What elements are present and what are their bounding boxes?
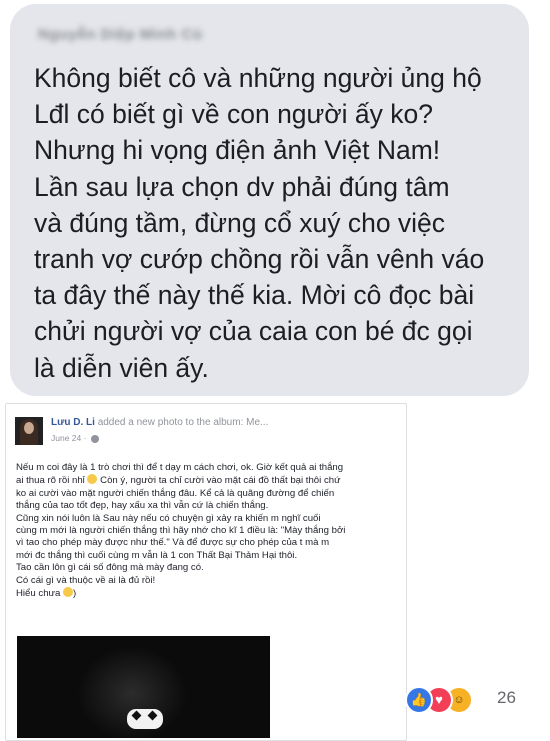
post-line-text: Còn ý, người ta chỉ cười vào mặt cái đồ … xyxy=(100,475,341,487)
post-line: ai thua rõ rồi nhỉ Còn ý, người ta chỉ c… xyxy=(16,474,401,487)
post-line: Có cái gì và thuộc về ai là đủ rồi! xyxy=(16,574,156,586)
post-action-text: added a new photo to the album: Me... xyxy=(97,417,269,428)
post-author[interactable]: Lưu D. Li xyxy=(51,417,95,428)
comment-line: ta đây thế này thế kia. Mời cô đọc bài xyxy=(34,280,475,311)
comment-line: là diễn viên ấy. xyxy=(34,352,209,383)
comment-line: tranh vợ cướp chồng rồi vẫn vênh váo xyxy=(34,244,485,275)
post-line: thắng của tao tốt đẹp, hay xấu xa thì vẫ… xyxy=(16,500,269,512)
comment-line: Lđl có biết gì về con người ấy ko? xyxy=(34,99,433,130)
avatar-face xyxy=(24,422,34,434)
post-line: Cũng xin nói luôn là Sau này nếu có chuy… xyxy=(16,512,321,524)
post-body: Nếu m coi đây là 1 trò chơi thì để t dạy… xyxy=(16,462,401,600)
post-line-text: ai thua rõ rồi nhỉ xyxy=(16,475,85,487)
comment-line: Lần sau lựa chọn dv phải đúng tâm xyxy=(34,171,450,202)
comment-line: Nhưng hi vọng điện ảnh Việt Nam! xyxy=(34,135,441,166)
post-meta: June 24 · xyxy=(51,433,99,443)
comment-bubble: Nguyễn Diệp Minh Cù Không biết cô và nhữ… xyxy=(10,4,529,396)
post-line: ko ai cười vào mặt người chiến thắng đâu… xyxy=(16,487,335,499)
comment-line: và đúng tầm, đừng cổ xuý cho việc xyxy=(34,207,446,238)
post-line: Nếu m coi đây là 1 trò chơi thì để t dạy… xyxy=(16,462,344,473)
post-header: Lưu D. Li added a new photo to the album… xyxy=(51,417,268,428)
reaction-count[interactable]: 26 xyxy=(497,688,516,708)
comment-author-name[interactable]: Nguyễn Diệp Minh Cù xyxy=(38,26,203,43)
post-line: vì tao cho phép mày được như thế." Và để… xyxy=(16,537,330,549)
comment-text: Không biết cô và những người ủng hộ Lđl … xyxy=(34,60,524,386)
post-line: Tao cần lôn gì cái số đông mà mày đang c… xyxy=(16,562,204,574)
post-line: cùng m mới là người chiến thắng thì hãy … xyxy=(16,525,346,537)
shared-post-screenshot[interactable]: Lưu D. Li added a new photo to the album… xyxy=(5,403,407,741)
comment-line: Không biết cô và những người ủng hộ xyxy=(34,63,482,93)
photo-subject-mark xyxy=(127,709,163,729)
post-line: mới đc thắng thì cuối cùng m vẫn là 1 co… xyxy=(16,549,298,561)
smile-emoji-icon xyxy=(87,474,98,485)
post-line-tail: ) xyxy=(72,588,77,600)
comment-line: chửi người vợ của caia con bé đc gọi xyxy=(34,316,473,347)
like-icon[interactable]: 👍 xyxy=(405,686,433,714)
post-photo[interactable] xyxy=(17,636,270,738)
avatar[interactable] xyxy=(15,417,43,445)
post-date[interactable]: June 24 · xyxy=(51,433,86,443)
globe-icon xyxy=(90,434,99,443)
smile-emoji-icon xyxy=(62,587,73,598)
post-line-text: Hiểu chưa xyxy=(16,588,61,600)
post-line: Hiểu chưa ) xyxy=(16,587,401,600)
